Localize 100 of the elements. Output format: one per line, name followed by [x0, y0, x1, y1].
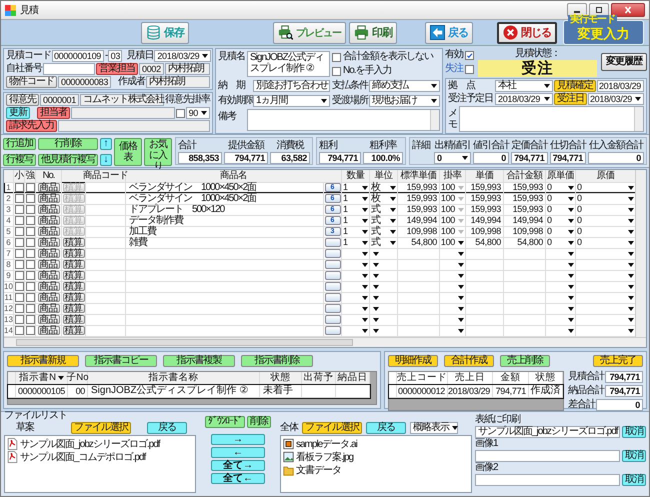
tax-field[interactable]: 63,582	[270, 152, 310, 164]
calculation-button[interactable]	[324, 260, 340, 269]
sort-icon[interactable]	[58, 376, 64, 380]
delete-row-button[interactable]: 行削除	[38, 138, 98, 150]
calculation-button[interactable]	[324, 326, 340, 335]
checkbox[interactable]	[14, 271, 24, 280]
date-field[interactable]: 2018/03/29	[597, 80, 644, 92]
checkbox[interactable]	[26, 238, 34, 247]
product-button[interactable]: 商品	[38, 314, 60, 324]
table-row[interactable]: 9 商品 積算	[4, 270, 636, 281]
file-item[interactable]: 看板ラフ案.jpg	[283, 451, 469, 463]
complete-button[interactable]: 売上完了	[593, 355, 643, 367]
quantity-dropdown[interactable]: 1	[342, 238, 369, 247]
product-button[interactable]: 商品	[38, 270, 60, 280]
print-button[interactable]: 印刷	[349, 22, 397, 44]
checkbox[interactable]	[14, 326, 24, 335]
checkbox[interactable]	[26, 315, 34, 324]
table-row[interactable]: 11 商品 積算	[4, 292, 636, 303]
checkbox[interactable]	[14, 216, 24, 225]
table-row[interactable]: 12 商品 積算	[4, 303, 636, 314]
checkbox[interactable]	[176, 108, 185, 118]
payment-dropdown[interactable]: 締め支払	[369, 80, 440, 92]
checkbox[interactable]	[26, 216, 34, 225]
quantity-dropdown[interactable]: 1	[342, 194, 369, 203]
cancel-button[interactable]: 取消	[622, 450, 646, 462]
checkbox[interactable]	[332, 52, 341, 62]
unit-dropdown[interactable]: 式	[370, 205, 397, 214]
back-button[interactable]: 戻る	[147, 422, 187, 434]
order-date-button[interactable]: 受注日	[554, 93, 587, 105]
checkbox[interactable]	[14, 227, 24, 236]
checkbox[interactable]	[14, 205, 24, 214]
product-button[interactable]: 商品	[38, 238, 60, 248]
vertical-scrollbar[interactable]	[635, 170, 646, 337]
file-item[interactable]: sampleデータ.ai	[283, 438, 469, 450]
calculation-button[interactable]	[324, 304, 340, 313]
place-dropdown[interactable]: 現地お届け	[369, 94, 440, 106]
table-row[interactable]: 13 商品 積算	[4, 314, 636, 325]
cost-price-dropdown[interactable]: 0	[546, 183, 575, 192]
back-button[interactable]: 戻る	[366, 422, 406, 434]
table-row[interactable]: 0000000012 2018/03/29 794,771 作成済	[389, 385, 563, 398]
delete-button[interactable]: 削除	[247, 416, 271, 428]
branch-dropdown[interactable]: 本社	[495, 80, 553, 92]
unit-dropdown[interactable]: 枚	[370, 183, 397, 192]
quantity-dropdown[interactable]: 1	[342, 216, 369, 225]
estimate-button[interactable]: 積算	[62, 270, 84, 280]
rate-dropdown[interactable]: 100	[440, 183, 465, 192]
cost-price-dropdown[interactable]: 0	[546, 216, 575, 225]
copy-other-row-button[interactable]: 他見積行複写	[38, 154, 98, 166]
amount-field[interactable]: 794,771	[224, 152, 268, 164]
profit-field[interactable]: 794,771	[319, 152, 361, 164]
property-code-button[interactable]: 物件コード	[6, 76, 57, 88]
checkbox[interactable]	[14, 304, 24, 313]
image-field[interactable]: サンプル図面_jobzシリーズロゴ.pdf	[475, 426, 620, 438]
product-button[interactable]: 商品	[38, 304, 60, 314]
validity-dropdown[interactable]: 1ヵ月間	[253, 94, 330, 106]
name-field[interactable]: 内村拓朗	[164, 63, 210, 75]
table-row[interactable]: 10 商品 積算	[4, 281, 636, 292]
cost-price-dropdown[interactable]: 0	[546, 227, 575, 236]
remarks-field[interactable]	[247, 109, 440, 131]
checkbox[interactable]	[26, 194, 34, 203]
file-item[interactable]: 文書データ	[283, 464, 469, 476]
rate-dropdown[interactable]: 100	[440, 238, 465, 247]
rate-dropdown[interactable]: 100	[440, 194, 465, 203]
checkbox[interactable]	[14, 238, 24, 247]
amount-field[interactable]: 794,771	[550, 152, 586, 164]
instruction-button[interactable]: 指示書新規	[7, 355, 79, 367]
rate-dropdown[interactable]: 100	[440, 227, 465, 236]
price-list-button[interactable]: 価格表	[114, 138, 142, 166]
profit-rate-field[interactable]: 100.0%	[363, 152, 403, 164]
estimate-button[interactable]: 積算	[62, 304, 84, 314]
preview-button[interactable]: プレビュー	[273, 22, 346, 44]
instruction-button[interactable]: 指示書複製	[163, 355, 235, 367]
transfer-button[interactable]: →	[211, 434, 265, 445]
product-button[interactable]: 商品	[38, 292, 60, 302]
calculation-button[interactable]	[324, 282, 340, 291]
estimate-name-field[interactable]: SignJOBZ公式ディスプレイ制作 ②	[247, 51, 330, 77]
table-row[interactable]: 8 商品 積算	[4, 259, 636, 270]
total-field[interactable]: 858,353	[178, 152, 222, 164]
checkbox[interactable]	[465, 64, 474, 74]
instruction-button[interactable]: 指示書削除	[241, 355, 313, 367]
checkbox[interactable]	[26, 293, 34, 302]
cost-price-dropdown[interactable]: 0	[546, 238, 575, 247]
amount-field[interactable]: 794,771	[605, 385, 643, 397]
transfer-button[interactable]: ←	[211, 447, 265, 458]
estimate-button[interactable]: 積算	[62, 292, 84, 302]
estimate-button[interactable]: 積算	[62, 260, 84, 270]
name-field[interactable]: 内村拓朗	[146, 76, 210, 88]
billing-button[interactable]: 請求先入力	[6, 120, 57, 132]
view-dropdown[interactable]: 概略表示	[410, 422, 458, 434]
text-field[interactable]	[58, 120, 210, 132]
checkbox[interactable]	[26, 260, 34, 269]
product-button[interactable]: 商品	[38, 182, 60, 192]
move-up-button[interactable]: ↑	[100, 138, 112, 150]
estimate-button[interactable]: 積算	[62, 326, 84, 336]
discount-dropdown[interactable]: 0	[434, 152, 470, 164]
rate-dropdown[interactable]: 100	[440, 205, 465, 214]
cancel-button[interactable]: 取消	[622, 474, 646, 486]
calculation-button[interactable]	[324, 315, 340, 324]
update-button[interactable]: 更新	[6, 107, 30, 119]
cost-price-dropdown[interactable]: 0	[546, 205, 575, 214]
